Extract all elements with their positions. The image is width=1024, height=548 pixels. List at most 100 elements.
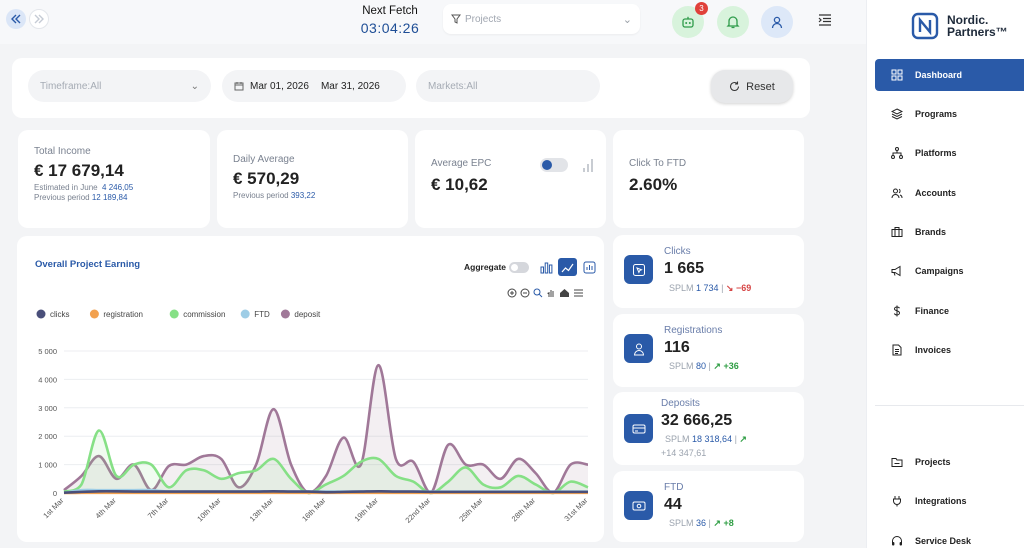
notifications-button[interactable]	[717, 6, 749, 38]
sidebar-item-label: Integrations	[915, 496, 967, 506]
legend-marker	[36, 309, 46, 319]
cursor-icon	[632, 263, 645, 276]
timeframe-select[interactable]: Timeframe:All ⌄	[28, 70, 211, 102]
registrations-icon-box	[624, 334, 653, 363]
sidebar: Nordic. Partners™ Dashboard Programs Pla…	[866, 0, 1024, 548]
sidebar-item-integrations[interactable]: Integrations	[875, 485, 1024, 517]
y-tick-label: 0	[53, 489, 57, 498]
ftd-card: FTD 44 SPLM 36 | ↗ +8	[613, 471, 804, 542]
legend-label: deposit	[294, 310, 321, 319]
markets-value: Markets:All	[428, 80, 478, 92]
legend-label: FTD	[254, 310, 270, 319]
clicks-icon-box	[624, 255, 653, 284]
double-chevron-left-icon	[11, 14, 21, 24]
sidebar-item-label: Finance	[915, 306, 950, 316]
plug-icon	[893, 496, 901, 507]
legend-label: commission	[183, 310, 225, 319]
sidebar-item-campaigns[interactable]: Campaigns	[875, 255, 1024, 287]
expand-right-button[interactable]	[29, 9, 49, 29]
filter-bar: Timeframe:All ⌄ Mar 01, 2026 Mar 31, 202…	[12, 58, 810, 118]
brand-logo: Nordic. Partners™	[911, 12, 1008, 40]
total-income-title: Total Income	[34, 146, 91, 157]
deposits-delta: +14 347,61	[661, 448, 707, 458]
cash-icon	[632, 501, 645, 510]
user-icon	[771, 16, 783, 29]
calendar-icon	[234, 82, 244, 91]
document-icon	[892, 344, 902, 356]
projects-select[interactable]: Projects ⌄	[443, 4, 640, 34]
sidebar-item-brands[interactable]: Brands	[875, 216, 1024, 248]
timeframe-value: Timeframe:All	[40, 80, 102, 92]
sidebar-divider	[875, 405, 1024, 406]
double-chevron-right-icon	[34, 14, 44, 24]
trend-up-icon: ↗	[713, 361, 721, 371]
sidebar-item-accounts[interactable]: Accounts	[875, 177, 1024, 209]
deposits-splm: SPLM 18 318,64 | ↗	[665, 434, 747, 444]
x-tick-label: 10th Mar	[195, 496, 223, 524]
ftd-icon-box	[624, 491, 653, 520]
sidebar-item-service-desk[interactable]: Service Desk	[875, 525, 1024, 548]
sidebar-item-label: Brands	[915, 227, 947, 237]
next-fetch: Next Fetch 03:04:26	[352, 5, 428, 36]
clicks-title: Clicks	[664, 246, 691, 257]
markets-select[interactable]: Markets:All	[416, 70, 600, 102]
signal-bars-icon	[583, 159, 593, 172]
legend-marker	[280, 309, 290, 319]
folder-icon	[891, 458, 903, 467]
y-tick-label: 2 000	[38, 432, 57, 441]
total-income-card: Total Income € 17 679,14 Estimated in Ju…	[18, 130, 210, 228]
x-tick-label: 4th Mar	[93, 496, 118, 521]
sidebar-item-label: Projects	[915, 457, 951, 467]
sidebar-item-label: Dashboard	[915, 70, 963, 80]
trend-up-icon: ↗	[739, 434, 747, 444]
ftd-splm: SPLM 36 | ↗ +8	[669, 518, 734, 528]
sidebar-item-platforms[interactable]: Platforms	[875, 137, 1024, 169]
y-tick-label: 1 000	[38, 461, 57, 470]
legend-marker	[89, 309, 99, 319]
click-to-ftd-card: Click To FTD 2.60%	[613, 130, 804, 228]
epc-toggle[interactable]	[540, 158, 568, 172]
brand-name: Nordic. Partners™	[947, 14, 1008, 38]
notification-badge: 3	[695, 2, 708, 15]
x-tick-label: 19th Mar	[353, 496, 381, 524]
clicks-value: 1 665	[664, 260, 705, 277]
date-start: Mar 01, 2026	[250, 80, 309, 92]
projects-placeholder: Projects	[465, 13, 502, 25]
menu-toggle-button[interactable]	[818, 13, 832, 32]
card-icon	[632, 424, 645, 433]
sidebar-item-finance[interactable]: Finance	[875, 295, 1024, 327]
collapse-left-button[interactable]	[6, 9, 26, 29]
sidebar-item-projects[interactable]: Projects	[875, 446, 1024, 478]
sidebar-item-label: Campaigns	[915, 266, 964, 276]
sidebar-item-label: Service Desk	[915, 536, 972, 546]
menu-icon	[818, 14, 831, 26]
reset-button[interactable]: Reset	[711, 70, 793, 103]
sidebar-item-invoices[interactable]: Invoices	[875, 334, 1024, 366]
deposits-card: Deposits 32 666,25 SPLM 18 318,64 | ↗ +1…	[613, 392, 804, 465]
headset-icon	[892, 536, 902, 546]
user-icon	[633, 343, 644, 355]
dollar-icon	[893, 305, 901, 317]
sidebar-item-programs[interactable]: Programs	[875, 98, 1024, 130]
registrations-value: 116	[664, 339, 690, 356]
robot-icon	[682, 16, 694, 28]
earning-area-chart: clicks registration commission FTD deposit01…	[36, 309, 590, 525]
deposits-icon-box	[624, 414, 653, 443]
trend-down-icon: ↘	[725, 283, 734, 293]
sidebar-item-dashboard[interactable]: Dashboard	[875, 59, 1024, 91]
registrations-splm: SPLM 80 | ↗ +36	[669, 361, 739, 371]
y-tick-label: 3 000	[38, 404, 57, 413]
clicks-splm: SPLM 1 734 | ↘ −69	[669, 283, 752, 293]
profile-button[interactable]	[761, 6, 793, 38]
network-icon	[891, 147, 903, 159]
next-fetch-label: Next Fetch	[362, 5, 418, 17]
daily-average-card: Daily Average € 570,29 Previous period 3…	[217, 130, 408, 228]
date-range-picker[interactable]: Mar 01, 2026 Mar 31, 2026	[222, 70, 406, 102]
robot-button[interactable]: 3	[672, 2, 708, 38]
x-tick-label: 13th Mar	[248, 496, 276, 524]
reset-label: Reset	[746, 80, 775, 93]
daily-average-value: € 570,29	[233, 169, 300, 188]
ftd-title: FTD	[664, 482, 684, 493]
legend-marker	[169, 309, 179, 319]
next-fetch-timer: 03:04:26	[360, 20, 420, 36]
